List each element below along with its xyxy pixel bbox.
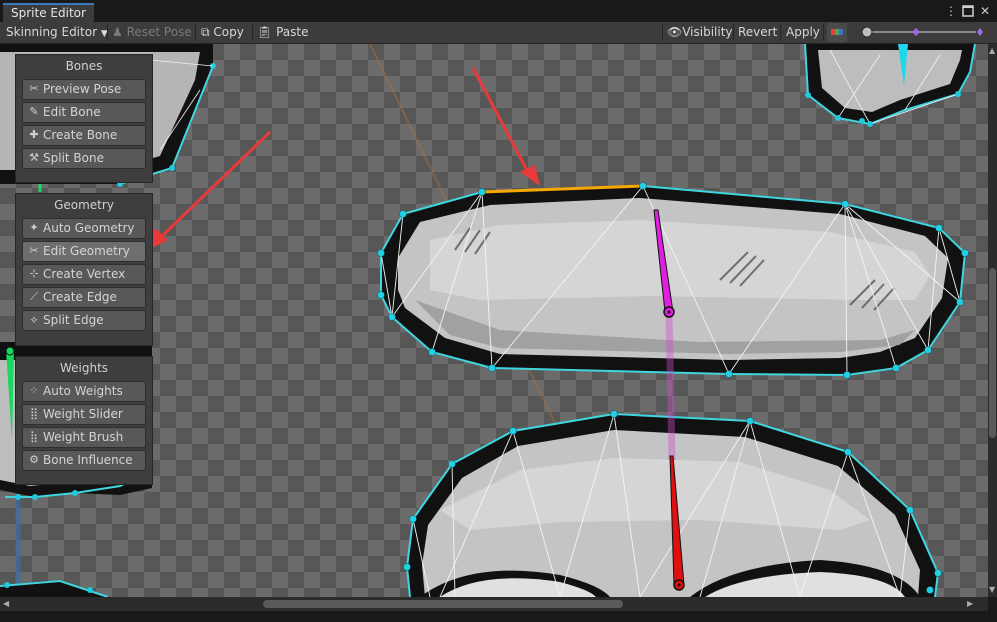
visibility-label: Visibility — [682, 25, 733, 39]
vertical-scrollbar[interactable]: ▲ ▼ — [988, 44, 997, 597]
create-vertex-icon: ⊹ — [29, 267, 39, 280]
split-edge-label: Split Edge — [43, 313, 104, 327]
geometry-panel: Geometry ✦ Auto Geometry ✂ Edit Geometry ⊹… — [15, 193, 153, 346]
edit-bone-button[interactable]: ✎ Edit Bone — [22, 102, 146, 123]
create-bone-icon: ✚ — [29, 128, 39, 141]
weight-slider-button[interactable]: ⣿ Weight Slider — [22, 404, 146, 425]
geometry-panel-title: Geometry — [54, 198, 114, 212]
mode-dropdown-label: Skinning Editor — [6, 25, 97, 39]
paste-icon: 📋︎ — [257, 25, 273, 39]
toolbar-divider — [780, 24, 781, 41]
toolbar-divider — [662, 24, 663, 41]
revert-button[interactable]: Revert — [738, 22, 777, 43]
tab-sprite-editor[interactable]: Sprite Editor — [3, 3, 94, 22]
edit-geometry-button[interactable]: ✂ Edit Geometry — [22, 241, 146, 262]
preview-pose-button[interactable]: ✂ Preview Pose — [22, 79, 146, 100]
reset-pose-label: Reset Pose — [126, 25, 192, 39]
scroll-right-arrow-icon[interactable]: ▶ — [967, 599, 973, 608]
sprite-canvas[interactable]: Bones ✂ Preview Pose ✎ Edit Bone ✚ Create B… — [0, 44, 988, 597]
horizontal-scrollbar[interactable]: ◀ ▶ — [0, 597, 988, 611]
horizontal-scroll-thumb[interactable] — [263, 600, 623, 608]
create-bone-label: Create Bone — [43, 128, 118, 142]
toolbar-divider — [252, 24, 253, 41]
maximize-icon[interactable] — [960, 3, 976, 19]
eye-icon: 👁︎ — [667, 25, 683, 39]
split-edge-button[interactable]: ⟡ Split Edge — [22, 310, 146, 331]
create-bone-button[interactable]: ✚ Create Bone — [22, 125, 146, 146]
create-vertex-label: Create Vertex — [43, 267, 126, 281]
bone-influence-label: Bone Influence — [43, 453, 133, 467]
split-bone-button[interactable]: ⚒ Split Bone — [22, 148, 146, 169]
scroll-up-arrow-icon[interactable]: ▲ — [989, 46, 995, 55]
paste-button[interactable]: 📋︎ Paste — [257, 22, 308, 43]
bones-panel: Bones ✂ Preview Pose ✎ Edit Bone ✚ Create B… — [15, 54, 153, 183]
toolbar-divider — [195, 24, 196, 41]
auto-weights-button[interactable]: ⁘ Auto Weights — [22, 381, 146, 402]
weight-brush-icon: ⣷ — [29, 430, 39, 443]
copy-label: Copy — [213, 25, 244, 39]
zoom-slider[interactable] — [858, 22, 983, 43]
color-toggle-button[interactable] — [827, 23, 847, 42]
edit-bone-icon: ✎ — [29, 105, 39, 118]
split-edge-icon: ⟡ — [30, 313, 38, 326]
split-bone-icon: ⚒ — [29, 151, 39, 164]
scroll-left-arrow-icon[interactable]: ◀ — [3, 599, 9, 608]
paste-label: Paste — [276, 25, 309, 39]
create-edge-icon: ⟋ — [30, 290, 38, 303]
create-edge-label: Create Edge — [43, 290, 117, 304]
toolbar-divider — [733, 24, 734, 41]
copy-button[interactable]: ⧉ Copy — [201, 22, 244, 43]
vertical-scroll-thumb[interactable] — [989, 268, 996, 438]
toolbar-divider — [107, 24, 108, 41]
auto-weights-icon: ⁘ — [29, 384, 39, 397]
weight-brush-label: Weight Brush — [43, 430, 124, 444]
bone-influence-icon: ⚙ — [29, 453, 39, 466]
scroll-down-arrow-icon[interactable]: ▼ — [989, 585, 995, 594]
preview-pose-label: Preview Pose — [43, 82, 122, 96]
weights-panel-title: Weights — [59, 361, 109, 375]
edit-geometry-label: Edit Geometry — [43, 244, 130, 258]
weight-slider-label: Weight Slider — [43, 407, 123, 421]
weights-panel: Weights ⁘ Auto Weights ⣿ Weight Slider ⣷ We… — [15, 356, 153, 485]
split-bone-label: Split Bone — [43, 151, 104, 165]
reset-pose-button[interactable]: ♟ Reset Pose — [112, 22, 192, 43]
auto-geometry-label: Auto Geometry — [43, 221, 135, 235]
mode-dropdown[interactable]: Skinning Editor ▼ — [6, 22, 108, 43]
copy-icon: ⧉ — [201, 25, 210, 39]
create-edge-button[interactable]: ⟋ Create Edge — [22, 287, 146, 308]
visibility-button[interactable]: 👁︎Visibility — [667, 22, 733, 43]
edit-bone-label: Edit Bone — [43, 105, 101, 119]
weight-brush-button[interactable]: ⣷ Weight Brush — [22, 427, 146, 448]
kebab-icon[interactable]: ⋮ — [943, 3, 959, 19]
apply-button[interactable]: Apply — [786, 22, 820, 43]
reset-pose-icon: ♟ — [112, 25, 123, 39]
toolbar-divider — [823, 24, 824, 41]
auto-weights-label: Auto Weights — [43, 384, 123, 398]
title-bar: Sprite Editor ⋮ ✕ — [0, 0, 997, 22]
preview-pose-icon: ✂ — [29, 82, 39, 95]
bones-panel-title: Bones — [65, 59, 103, 73]
auto-geometry-icon: ✦ — [29, 221, 39, 234]
sprite-editor-window: Sprite Editor ⋮ ✕ Skinning Editor ▼ ♟ Re… — [0, 0, 997, 622]
bone-influence-button[interactable]: ⚙ Bone Influence — [22, 450, 146, 471]
create-vertex-button[interactable]: ⊹ Create Vertex — [22, 264, 146, 285]
window-bottom-border — [0, 611, 997, 622]
color-swatch-icon — [831, 29, 843, 35]
edit-geometry-icon: ✂ — [29, 244, 39, 257]
toolbar: Skinning Editor ▼ ♟ Reset Pose ⧉ Copy 📋︎… — [0, 22, 997, 44]
auto-geometry-button[interactable]: ✦ Auto Geometry — [22, 218, 146, 239]
weight-slider-icon: ⣿ — [29, 407, 39, 420]
close-icon[interactable]: ✕ — [977, 3, 993, 19]
